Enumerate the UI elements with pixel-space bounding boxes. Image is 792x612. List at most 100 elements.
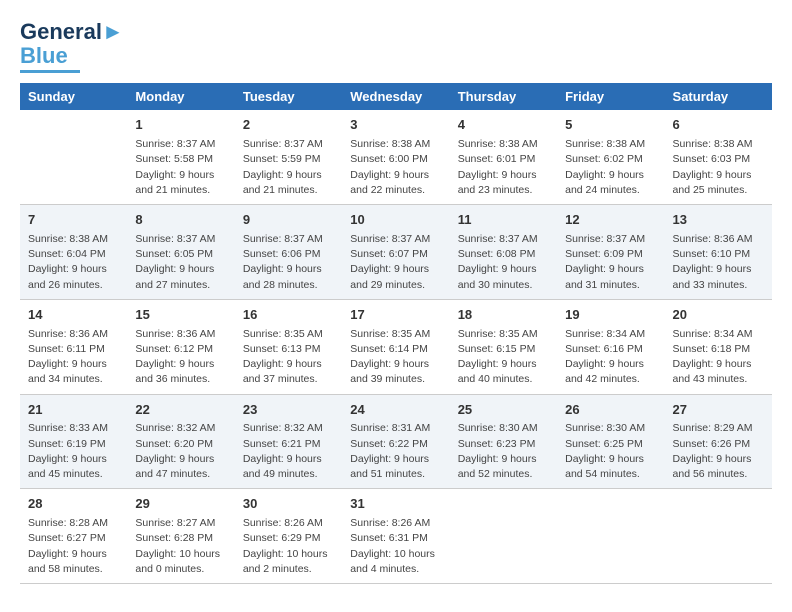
calendar-cell bbox=[450, 489, 557, 584]
calendar-cell: 20 Sunrise: 8:34 AMSunset: 6:18 PMDayligh… bbox=[665, 299, 772, 394]
cell-info: Sunrise: 8:35 AMSunset: 6:15 PMDaylight:… bbox=[458, 327, 549, 388]
cell-info: Sunrise: 8:38 AMSunset: 6:03 PMDaylight:… bbox=[673, 137, 764, 198]
header-sunday: Sunday bbox=[20, 83, 127, 110]
cell-info: Sunrise: 8:36 AMSunset: 6:12 PMDaylight:… bbox=[135, 327, 226, 388]
day-number: 21 bbox=[28, 401, 119, 420]
calendar-cell: 19 Sunrise: 8:34 AMSunset: 6:16 PMDayligh… bbox=[557, 299, 664, 394]
calendar-cell bbox=[557, 489, 664, 584]
calendar-cell: 18 Sunrise: 8:35 AMSunset: 6:15 PMDayligh… bbox=[450, 299, 557, 394]
calendar-cell: 29 Sunrise: 8:27 AMSunset: 6:28 PMDayligh… bbox=[127, 489, 234, 584]
calendar-cell: 7 Sunrise: 8:38 AMSunset: 6:04 PMDaylight… bbox=[20, 205, 127, 300]
calendar-cell: 30 Sunrise: 8:26 AMSunset: 6:29 PMDayligh… bbox=[235, 489, 342, 584]
day-number: 11 bbox=[458, 211, 549, 230]
cell-info: Sunrise: 8:33 AMSunset: 6:19 PMDaylight:… bbox=[28, 421, 119, 482]
cell-info: Sunrise: 8:37 AMSunset: 6:09 PMDaylight:… bbox=[565, 232, 656, 293]
calendar-cell: 12Sunrise: 8:37 AMSunset: 6:09 PMDayligh… bbox=[557, 205, 664, 300]
calendar-cell: 9 Sunrise: 8:37 AMSunset: 6:06 PMDaylight… bbox=[235, 205, 342, 300]
day-number: 9 bbox=[243, 211, 334, 230]
day-number: 16 bbox=[243, 306, 334, 325]
day-number: 24 bbox=[350, 401, 441, 420]
page-header: General►Blue bbox=[20, 20, 772, 73]
day-number: 2 bbox=[243, 116, 334, 135]
calendar-cell: 25Sunrise: 8:30 AMSunset: 6:23 PMDayligh… bbox=[450, 394, 557, 489]
calendar-cell: 8 Sunrise: 8:37 AMSunset: 6:05 PMDaylight… bbox=[127, 205, 234, 300]
day-number: 10 bbox=[350, 211, 441, 230]
week-row-1: 7 Sunrise: 8:38 AMSunset: 6:04 PMDaylight… bbox=[20, 205, 772, 300]
calendar-cell: 22Sunrise: 8:32 AMSunset: 6:20 PMDayligh… bbox=[127, 394, 234, 489]
header-tuesday: Tuesday bbox=[235, 83, 342, 110]
cell-info: Sunrise: 8:32 AMSunset: 6:21 PMDaylight:… bbox=[243, 421, 334, 482]
calendar-cell bbox=[665, 489, 772, 584]
calendar-cell: 10 Sunrise: 8:37 AMSunset: 6:07 PMDayligh… bbox=[342, 205, 449, 300]
day-number: 7 bbox=[28, 211, 119, 230]
day-number: 19 bbox=[565, 306, 656, 325]
day-number: 30 bbox=[243, 495, 334, 514]
calendar-cell: 26Sunrise: 8:30 AMSunset: 6:25 PMDayligh… bbox=[557, 394, 664, 489]
cell-info: Sunrise: 8:38 AMSunset: 6:04 PMDaylight:… bbox=[28, 232, 119, 293]
day-number: 22 bbox=[135, 401, 226, 420]
day-number: 1 bbox=[135, 116, 226, 135]
day-number: 25 bbox=[458, 401, 549, 420]
header-monday: Monday bbox=[127, 83, 234, 110]
cell-info: Sunrise: 8:36 AMSunset: 6:10 PMDaylight:… bbox=[673, 232, 764, 293]
calendar-cell: 2Sunrise: 8:37 AMSunset: 5:59 PMDaylight… bbox=[235, 110, 342, 204]
cell-info: Sunrise: 8:34 AMSunset: 6:16 PMDaylight:… bbox=[565, 327, 656, 388]
day-number: 17 bbox=[350, 306, 441, 325]
day-number: 3 bbox=[350, 116, 441, 135]
cell-info: Sunrise: 8:37 AMSunset: 5:58 PMDaylight:… bbox=[135, 137, 226, 198]
calendar-cell: 11 Sunrise: 8:37 AMSunset: 6:08 PMDayligh… bbox=[450, 205, 557, 300]
calendar-cell bbox=[20, 110, 127, 204]
calendar-cell: 15 Sunrise: 8:36 AMSunset: 6:12 PMDayligh… bbox=[127, 299, 234, 394]
cell-info: Sunrise: 8:37 AMSunset: 6:07 PMDaylight:… bbox=[350, 232, 441, 293]
cell-info: Sunrise: 8:35 AMSunset: 6:13 PMDaylight:… bbox=[243, 327, 334, 388]
day-number: 4 bbox=[458, 116, 549, 135]
logo-text: General►Blue bbox=[20, 20, 124, 68]
cell-info: Sunrise: 8:37 AMSunset: 6:08 PMDaylight:… bbox=[458, 232, 549, 293]
calendar-cell: 31Sunrise: 8:26 AMSunset: 6:31 PMDayligh… bbox=[342, 489, 449, 584]
cell-info: Sunrise: 8:29 AMSunset: 6:26 PMDaylight:… bbox=[673, 421, 764, 482]
header-friday: Friday bbox=[557, 83, 664, 110]
cell-info: Sunrise: 8:34 AMSunset: 6:18 PMDaylight:… bbox=[673, 327, 764, 388]
header-row: SundayMondayTuesdayWednesdayThursdayFrid… bbox=[20, 83, 772, 110]
day-number: 14 bbox=[28, 306, 119, 325]
cell-info: Sunrise: 8:37 AMSunset: 6:05 PMDaylight:… bbox=[135, 232, 226, 293]
day-number: 18 bbox=[458, 306, 549, 325]
calendar-cell: 17Sunrise: 8:35 AMSunset: 6:14 PMDayligh… bbox=[342, 299, 449, 394]
cell-info: Sunrise: 8:26 AMSunset: 6:29 PMDaylight:… bbox=[243, 516, 334, 577]
cell-info: Sunrise: 8:38 AMSunset: 6:02 PMDaylight:… bbox=[565, 137, 656, 198]
cell-info: Sunrise: 8:27 AMSunset: 6:28 PMDaylight:… bbox=[135, 516, 226, 577]
cell-info: Sunrise: 8:36 AMSunset: 6:11 PMDaylight:… bbox=[28, 327, 119, 388]
cell-info: Sunrise: 8:32 AMSunset: 6:20 PMDaylight:… bbox=[135, 421, 226, 482]
header-thursday: Thursday bbox=[450, 83, 557, 110]
calendar-cell: 1 Sunrise: 8:37 AMSunset: 5:58 PMDaylight… bbox=[127, 110, 234, 204]
day-number: 23 bbox=[243, 401, 334, 420]
cell-info: Sunrise: 8:28 AMSunset: 6:27 PMDaylight:… bbox=[28, 516, 119, 577]
cell-info: Sunrise: 8:26 AMSunset: 6:31 PMDaylight:… bbox=[350, 516, 441, 577]
cell-info: Sunrise: 8:31 AMSunset: 6:22 PMDaylight:… bbox=[350, 421, 441, 482]
day-number: 26 bbox=[565, 401, 656, 420]
calendar-cell: 14 Sunrise: 8:36 AMSunset: 6:11 PMDayligh… bbox=[20, 299, 127, 394]
header-wednesday: Wednesday bbox=[342, 83, 449, 110]
week-row-2: 14 Sunrise: 8:36 AMSunset: 6:11 PMDayligh… bbox=[20, 299, 772, 394]
day-number: 8 bbox=[135, 211, 226, 230]
calendar-cell: 4Sunrise: 8:38 AMSunset: 6:01 PMDaylight… bbox=[450, 110, 557, 204]
week-row-4: 28Sunrise: 8:28 AMSunset: 6:27 PMDayligh… bbox=[20, 489, 772, 584]
cell-info: Sunrise: 8:38 AMSunset: 6:00 PMDaylight:… bbox=[350, 137, 441, 198]
calendar-cell: 16 Sunrise: 8:35 AMSunset: 6:13 PMDayligh… bbox=[235, 299, 342, 394]
week-row-3: 21Sunrise: 8:33 AMSunset: 6:19 PMDayligh… bbox=[20, 394, 772, 489]
cell-info: Sunrise: 8:30 AMSunset: 6:25 PMDaylight:… bbox=[565, 421, 656, 482]
day-number: 20 bbox=[673, 306, 764, 325]
day-number: 6 bbox=[673, 116, 764, 135]
day-number: 15 bbox=[135, 306, 226, 325]
logo-underline bbox=[20, 70, 80, 73]
day-number: 29 bbox=[135, 495, 226, 514]
calendar-cell: 21Sunrise: 8:33 AMSunset: 6:19 PMDayligh… bbox=[20, 394, 127, 489]
cell-info: Sunrise: 8:30 AMSunset: 6:23 PMDaylight:… bbox=[458, 421, 549, 482]
cell-info: Sunrise: 8:37 AMSunset: 6:06 PMDaylight:… bbox=[243, 232, 334, 293]
week-row-0: 1 Sunrise: 8:37 AMSunset: 5:58 PMDaylight… bbox=[20, 110, 772, 204]
day-number: 13 bbox=[673, 211, 764, 230]
calendar-cell: 3 Sunrise: 8:38 AMSunset: 6:00 PMDaylight… bbox=[342, 110, 449, 204]
calendar-cell: 5Sunrise: 8:38 AMSunset: 6:02 PMDaylight… bbox=[557, 110, 664, 204]
logo: General►Blue bbox=[20, 20, 124, 73]
day-number: 27 bbox=[673, 401, 764, 420]
